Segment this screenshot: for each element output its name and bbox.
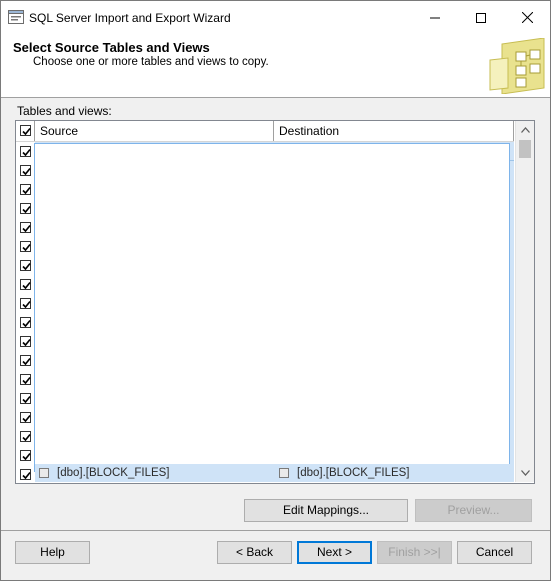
checkbox-icon <box>22 357 31 366</box>
vertical-scrollbar[interactable] <box>515 121 534 482</box>
app-icon <box>8 10 24 24</box>
minimize-button[interactable] <box>412 1 458 34</box>
row-checkbox[interactable] <box>20 165 31 176</box>
row-checkbox[interactable] <box>20 184 31 195</box>
checkbox-icon <box>22 281 31 290</box>
row-checkbox[interactable] <box>20 317 31 328</box>
row-checkbox[interactable] <box>20 469 31 480</box>
maximize-icon <box>476 12 486 23</box>
row-source-cell: [dbo].[BLOCK_FILES] <box>57 467 170 479</box>
checkbox-icon <box>22 224 31 233</box>
checkbox-icon <box>22 243 31 252</box>
scroll-down-button[interactable] <box>516 464 534 482</box>
checkbox-icon <box>22 205 31 214</box>
row-checkbox[interactable] <box>20 374 31 385</box>
checkbox-icon <box>22 300 31 309</box>
preview-button[interactable]: Preview... <box>415 499 532 522</box>
select-all-checkbox[interactable] <box>20 125 31 136</box>
source-type-icon <box>39 468 49 478</box>
row-checkbox-column <box>16 142 34 482</box>
title-bar: SQL Server Import and Export Wizard <box>1 1 550 34</box>
checkbox-icon <box>22 127 31 136</box>
scroll-down-icon <box>520 470 530 476</box>
window-title: SQL Server Import and Export Wizard <box>29 11 231 25</box>
checkbox-icon <box>22 452 31 461</box>
scroll-up-button[interactable] <box>516 121 534 139</box>
cancel-button[interactable]: Cancel <box>457 541 532 564</box>
back-button[interactable]: < Back <box>217 541 292 564</box>
finish-button[interactable]: Finish >>| <box>377 541 452 564</box>
column-header-source[interactable]: Source <box>35 121 274 141</box>
checkbox-icon <box>22 376 31 385</box>
grid-header: Source Destination <box>16 121 514 142</box>
row-checkbox[interactable] <box>20 222 31 233</box>
footer-divider <box>1 530 550 531</box>
page-subtitle: Choose one or more tables and views to c… <box>33 56 269 68</box>
select-all-cell[interactable] <box>16 121 35 141</box>
checkbox-icon <box>22 433 31 442</box>
row-checkbox[interactable] <box>20 241 31 252</box>
wizard-header: Select Source Tables and Views Choose on… <box>1 34 550 98</box>
row-checkbox[interactable] <box>20 355 31 366</box>
checkbox-icon <box>22 395 31 404</box>
checkbox-icon <box>22 186 31 195</box>
close-icon <box>521 12 533 23</box>
checkbox-icon <box>22 167 31 176</box>
minimize-icon <box>430 17 440 18</box>
edit-mappings-button[interactable]: Edit Mappings... <box>244 499 408 522</box>
checkbox-icon <box>22 319 31 328</box>
wizard-window: SQL Server Import and Export Wizard Sele… <box>0 0 551 581</box>
checkbox-icon <box>22 471 31 480</box>
row-destination-cell: [dbo].[BLOCK_FILES] <box>297 467 410 479</box>
row-checkbox[interactable] <box>20 431 31 442</box>
checkbox-icon <box>22 338 31 347</box>
maximize-button[interactable] <box>458 1 504 34</box>
page-title: Select Source Tables and Views <box>13 40 210 55</box>
row-checkbox[interactable] <box>20 203 31 214</box>
row-checkbox[interactable] <box>20 412 31 423</box>
close-button[interactable] <box>504 1 550 34</box>
row-checkbox[interactable] <box>20 336 31 347</box>
scroll-up-icon <box>520 127 530 133</box>
column-header-destination[interactable]: Destination <box>274 121 514 141</box>
grid-overlay-panel <box>34 143 510 472</box>
help-button[interactable]: Help <box>15 541 90 564</box>
tables-and-views-label: Tables and views: <box>17 104 112 118</box>
next-button[interactable]: Next > <box>297 541 372 564</box>
row-checkbox[interactable] <box>20 393 31 404</box>
scroll-thumb[interactable] <box>519 140 531 158</box>
checkbox-icon <box>22 262 31 271</box>
checkbox-icon <box>22 148 31 157</box>
row-checkbox[interactable] <box>20 298 31 309</box>
destination-type-icon <box>279 468 289 478</box>
row-checkbox[interactable] <box>20 260 31 271</box>
checkbox-icon <box>22 414 31 423</box>
row-checkbox[interactable] <box>20 146 31 157</box>
tables-grid[interactable]: Source Destination [dbo].[BLOCK_FILES] [… <box>15 120 535 484</box>
table-row[interactable]: [dbo].[BLOCK_FILES] [dbo].[BLOCK_FILES] <box>35 464 514 482</box>
row-checkbox[interactable] <box>20 279 31 290</box>
row-checkbox[interactable] <box>20 450 31 461</box>
wizard-graphic-icon <box>489 38 545 94</box>
